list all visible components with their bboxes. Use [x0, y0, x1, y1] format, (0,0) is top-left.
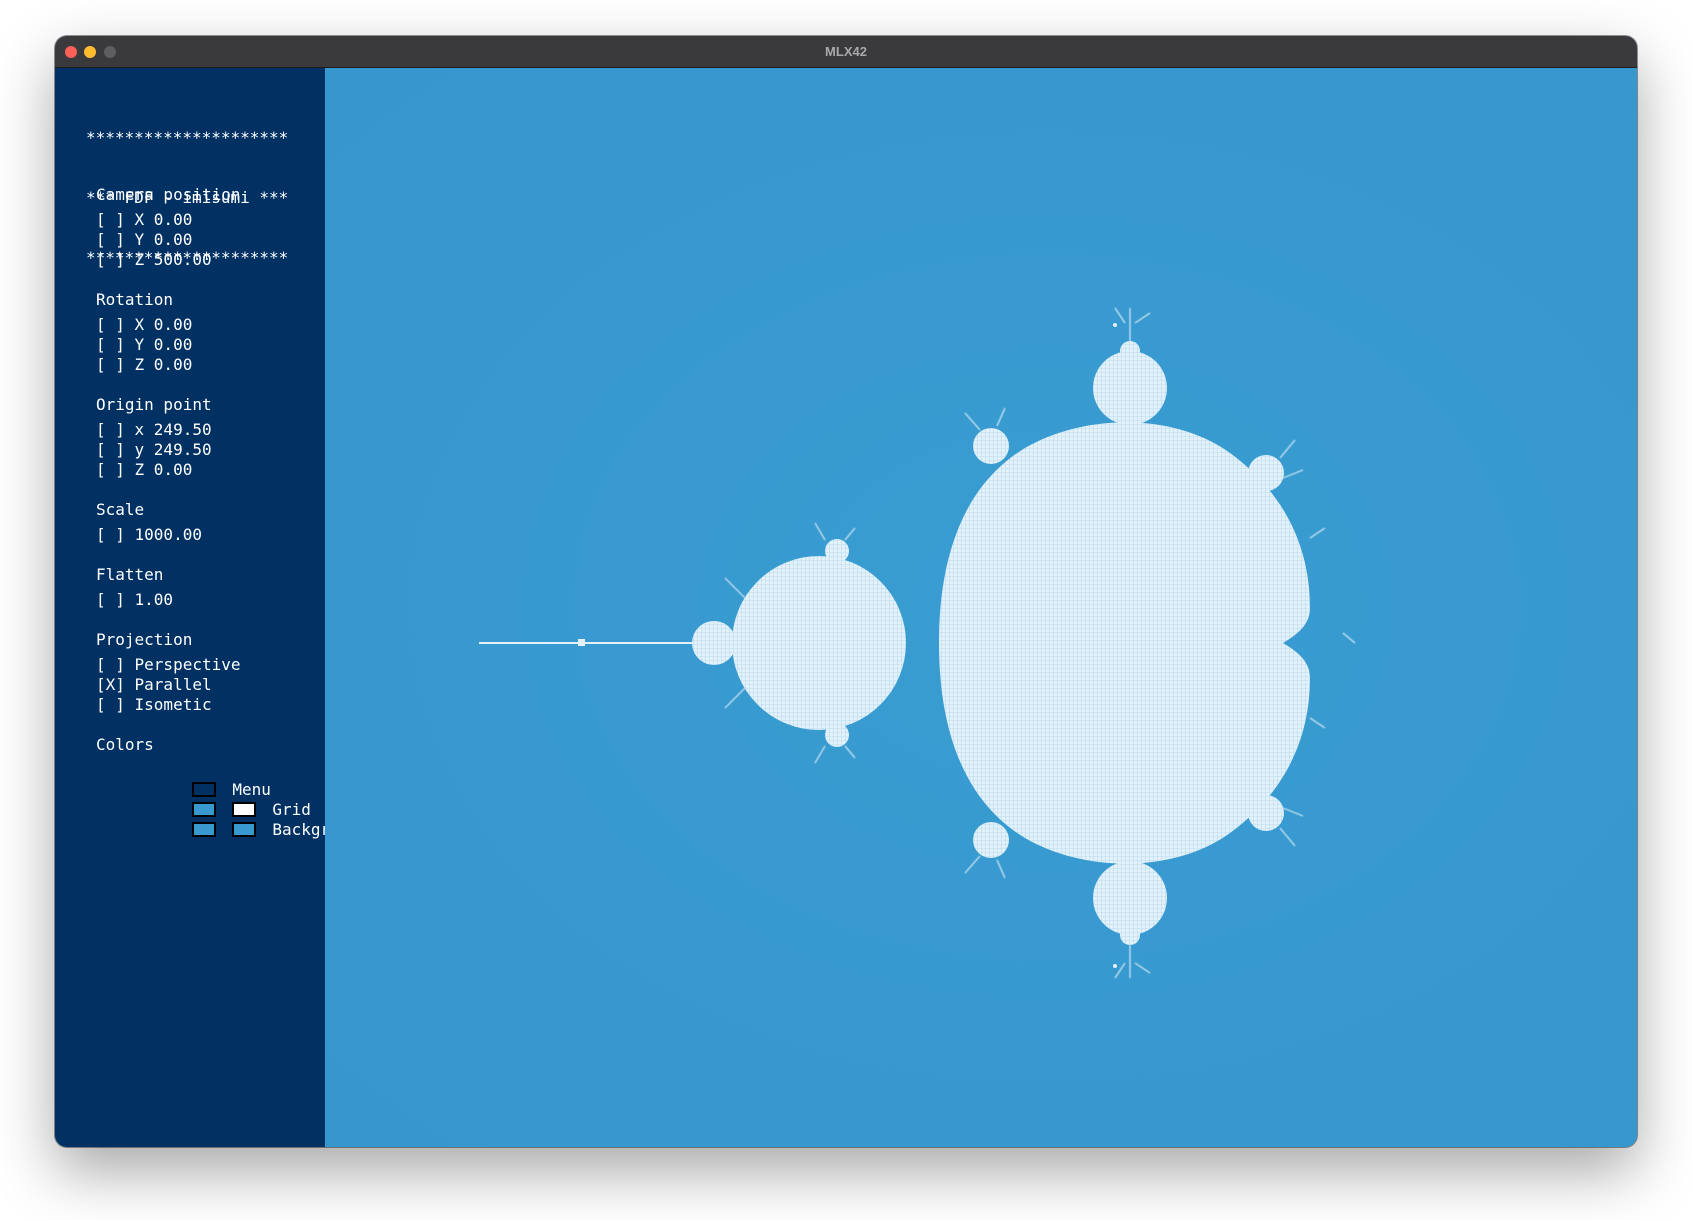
grid-color-label: Grid: [272, 800, 311, 819]
banner-line: *********************: [86, 128, 289, 147]
grid-color-swatch-1[interactable]: [192, 802, 217, 817]
menu-color-label: Menu: [232, 780, 271, 799]
menu-panel: ********************* *** FDF - imisumi …: [55, 68, 369, 1147]
background-color-swatch-2[interactable]: [232, 822, 257, 837]
window-title: MLX42: [825, 44, 867, 59]
title-bar: MLX42: [55, 36, 1637, 68]
mandelbrot-wireframe: [479, 307, 1356, 979]
grid-color-swatch-2[interactable]: [232, 802, 257, 817]
mandelbrot-set-shape: [479, 307, 1356, 979]
menu-color-swatch[interactable]: [192, 782, 217, 797]
render-canvas[interactable]: [325, 68, 1637, 1147]
background-color-swatch-1[interactable]: [192, 822, 217, 837]
app-window: MLX42 ********************* *** FDF - im…: [55, 36, 1637, 1147]
